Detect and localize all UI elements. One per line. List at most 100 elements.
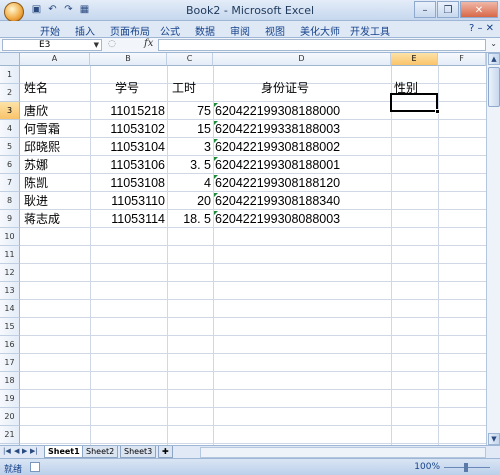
insert-sheet-icon[interactable]: ✚	[158, 446, 173, 458]
cell-hours[interactable]: 4	[167, 174, 211, 192]
scroll-thumb[interactable]	[488, 67, 500, 107]
cell-student-id[interactable]: 11053108	[90, 174, 165, 192]
cell-id-number[interactable]: 620422199308188002	[215, 138, 340, 156]
ribbon-help-controls[interactable]: ? – ✕	[469, 23, 494, 34]
column-header-a[interactable]: A	[20, 53, 90, 66]
row-header-5[interactable]: 5	[0, 138, 20, 156]
row-header-2[interactable]: 2	[0, 84, 20, 102]
row-header-7[interactable]: 7	[0, 174, 20, 192]
cell-name[interactable]: 蒋志成	[24, 210, 60, 228]
row-header-10[interactable]: 10	[0, 228, 20, 246]
cell-hours[interactable]: 75	[167, 102, 211, 120]
tab-beautify[interactable]: 美化大师	[300, 23, 340, 38]
tab-formulas[interactable]: 公式	[160, 23, 180, 38]
zoom-level[interactable]: 100%	[414, 462, 440, 472]
cell-student-id[interactable]: 11053102	[90, 120, 165, 138]
header-hours[interactable]: 工时	[172, 79, 196, 97]
cell-name[interactable]: 唐欣	[24, 102, 48, 120]
row-header-19[interactable]: 19	[0, 390, 20, 408]
tab-insert[interactable]: 插入	[75, 23, 95, 38]
macro-record-icon[interactable]	[30, 462, 40, 472]
cell-student-id[interactable]: 11053106	[90, 156, 165, 174]
cell-student-id[interactable]: 11015218	[90, 102, 165, 120]
cell-student-id[interactable]: 11053114	[90, 210, 165, 228]
insert-function-button[interactable]: fx	[144, 38, 153, 49]
column-header-f[interactable]: F	[438, 53, 486, 66]
cell-id-number[interactable]: 620422199308088003	[215, 210, 340, 228]
row-header-20[interactable]: 20	[0, 408, 20, 426]
cell-hours[interactable]: 18. 5	[167, 210, 211, 228]
zoom-slider-knob[interactable]	[464, 463, 468, 472]
sheet-tab-1[interactable]: Sheet1	[44, 446, 84, 458]
horizontal-scrollbar[interactable]	[200, 447, 486, 458]
row-header-18[interactable]: 18	[0, 372, 20, 390]
scroll-down-icon[interactable]: ▼	[488, 433, 500, 445]
close-button[interactable]: ✕	[460, 1, 498, 18]
expand-formula-icon[interactable]: ⌄	[490, 39, 497, 48]
cell-hours[interactable]: 20	[167, 192, 211, 210]
cell-id-number[interactable]: 620422199308188001	[215, 156, 340, 174]
tab-data[interactable]: 数据	[195, 23, 215, 38]
column-header-e[interactable]: E	[391, 53, 438, 66]
cell-id-number[interactable]: 620422199308188340	[215, 192, 340, 210]
cell-hours[interactable]: 15	[167, 120, 211, 138]
cell-student-id[interactable]: 11053110	[90, 192, 165, 210]
cell-id-number[interactable]: 620422199338188003	[215, 120, 340, 138]
chevron-down-icon[interactable]: ▼	[94, 40, 99, 51]
cell-student-id[interactable]: 11053104	[90, 138, 165, 156]
column-header-c[interactable]: C	[167, 53, 213, 66]
row-header-6[interactable]: 6	[0, 156, 20, 174]
spreadsheet-grid[interactable]: A B C D E F 1 2 3 4 5 6 7 8 9 10 11 12 13 14 15 16 17 18 1…	[0, 53, 500, 462]
row-header-11[interactable]: 11	[0, 246, 20, 264]
scroll-up-icon[interactable]: ▲	[488, 53, 500, 65]
active-cell-e3[interactable]	[390, 93, 438, 112]
zoom-slider[interactable]	[444, 463, 490, 472]
cell-hours[interactable]: 3	[167, 138, 211, 156]
formula-input[interactable]	[158, 39, 486, 51]
row-header-12[interactable]: 12	[0, 264, 20, 282]
row-header-1[interactable]: 1	[0, 66, 20, 84]
row-header-14[interactable]: 14	[0, 300, 20, 318]
header-id-number[interactable]: 身份证号	[261, 79, 309, 97]
cell-name[interactable]: 何雪霜	[24, 120, 60, 138]
restore-button[interactable]: ❐	[437, 1, 459, 18]
row-header-15[interactable]: 15	[0, 318, 20, 336]
row-header-21[interactable]: 21	[0, 426, 20, 444]
tab-view[interactable]: 视图	[265, 23, 285, 38]
row-header-9[interactable]: 9	[0, 210, 20, 228]
vertical-scrollbar[interactable]: ▲ ▼	[486, 53, 500, 445]
tab-home[interactable]: 开始	[40, 23, 60, 38]
sheet-tab-3[interactable]: Sheet3	[120, 446, 157, 458]
row-header-8[interactable]: 8	[0, 192, 20, 210]
sheet-tab-bar: |◀ ◀ ▶ ▶| Sheet1 Sheet2 Sheet3 ✚	[0, 445, 500, 458]
tab-page-layout[interactable]: 页面布局	[110, 23, 150, 38]
cell-id-number[interactable]: 620422199308188120	[215, 174, 340, 192]
cell-name[interactable]: 耿进	[24, 192, 48, 210]
sheet-tab-2[interactable]: Sheet2	[82, 446, 119, 458]
header-name[interactable]: 姓名	[24, 79, 48, 97]
row-header-13[interactable]: 13	[0, 282, 20, 300]
row-header-3[interactable]: 3	[0, 102, 20, 120]
name-box[interactable]: E3 ▼	[2, 39, 102, 51]
cell-hours[interactable]: 3. 5	[167, 156, 211, 174]
header-student-id[interactable]: 学号	[115, 79, 139, 97]
row-header-16[interactable]: 16	[0, 336, 20, 354]
tab-review[interactable]: 审阅	[230, 23, 250, 38]
row-header-4[interactable]: 4	[0, 120, 20, 138]
column-header-b[interactable]: B	[90, 53, 167, 66]
cell-name[interactable]: 陈凯	[24, 174, 48, 192]
row-header-17[interactable]: 17	[0, 354, 20, 372]
tab-developer[interactable]: 开发工具	[350, 23, 390, 38]
select-all-corner[interactable]	[0, 53, 20, 66]
minimize-button[interactable]: –	[414, 1, 436, 18]
cell-id-number[interactable]: 620422199308188000	[215, 102, 340, 120]
cell-name[interactable]: 邱晓熙	[24, 138, 60, 156]
column-header-d[interactable]: D	[213, 53, 391, 66]
prev-sheet-icon[interactable]: ◀	[14, 447, 19, 455]
fill-handle[interactable]	[435, 109, 440, 114]
next-sheet-icon[interactable]: ▶	[22, 447, 27, 455]
cancel-icon[interactable]: ◌	[108, 39, 116, 49]
last-sheet-icon[interactable]: ▶|	[30, 447, 38, 455]
cell-name[interactable]: 苏娜	[24, 156, 48, 174]
first-sheet-icon[interactable]: |◀	[3, 447, 11, 455]
